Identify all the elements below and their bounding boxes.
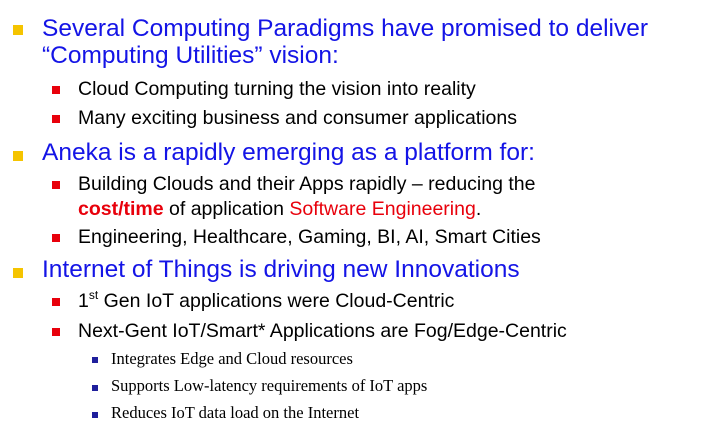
- section2-title: Aneka is a rapidly emerging as a platfor…: [42, 139, 535, 166]
- cost-time-emphasis: cost/time: [78, 198, 164, 220]
- section3-item-1: 1st Gen IoT applications were Cloud-Cent…: [78, 289, 454, 313]
- bullet-square-icon: [52, 234, 60, 242]
- section3-item1-text: Gen IoT applications were Cloud-Centric: [98, 290, 455, 312]
- bullet-square-icon: [13, 25, 23, 35]
- section1-title-line2: “Computing Utilities” vision:: [42, 42, 339, 69]
- bullet-square-icon: [52, 181, 60, 189]
- bullet-square-icon: [92, 412, 98, 418]
- section2-item1-mid: of application: [163, 198, 290, 220]
- section1-item-1: Cloud Computing turning the vision into …: [78, 78, 476, 100]
- section3-subitem-3: Reduces IoT data load on the Internet: [111, 403, 360, 422]
- section2-item1-end: .: [475, 198, 482, 220]
- bullet-square-icon: [52, 115, 60, 123]
- section2-item1-line2: cost/time of application Software Engine…: [78, 197, 481, 221]
- bullet-square-icon: [92, 385, 98, 391]
- section1-item-2: Many exciting business and consumer appl…: [78, 107, 517, 129]
- section2-item-2: Engineering, Healthcare, Gaming, BI, AI,…: [78, 226, 541, 248]
- ordinal-number: 1: [78, 290, 89, 312]
- section3-subitem-1: Integrates Edge and Cloud resources: [111, 349, 353, 368]
- bullet-square-icon: [13, 151, 23, 161]
- bullet-square-icon: [52, 86, 60, 94]
- section3-title: Internet of Things is driving new Innova…: [42, 256, 520, 283]
- slide: Several Computing Paradigms have promise…: [0, 0, 705, 425]
- section3-subitem-2: Supports Low-latency requirements of IoT…: [111, 376, 428, 395]
- ordinal-suffix: st: [88, 288, 99, 302]
- section3-item-2: Next-Gent IoT/Smart* Applications are Fo…: [78, 320, 567, 342]
- bullet-square-icon: [13, 268, 23, 278]
- software-engineering-highlight: Software Engineering: [289, 198, 476, 220]
- bullet-square-icon: [52, 328, 60, 336]
- section1-title-line1: Several Computing Paradigms have promise…: [42, 15, 648, 42]
- bullet-square-icon: [52, 298, 60, 306]
- section2-item1-line1: Building Clouds and their Apps rapidly –…: [78, 173, 536, 195]
- bullet-square-icon: [92, 357, 98, 363]
